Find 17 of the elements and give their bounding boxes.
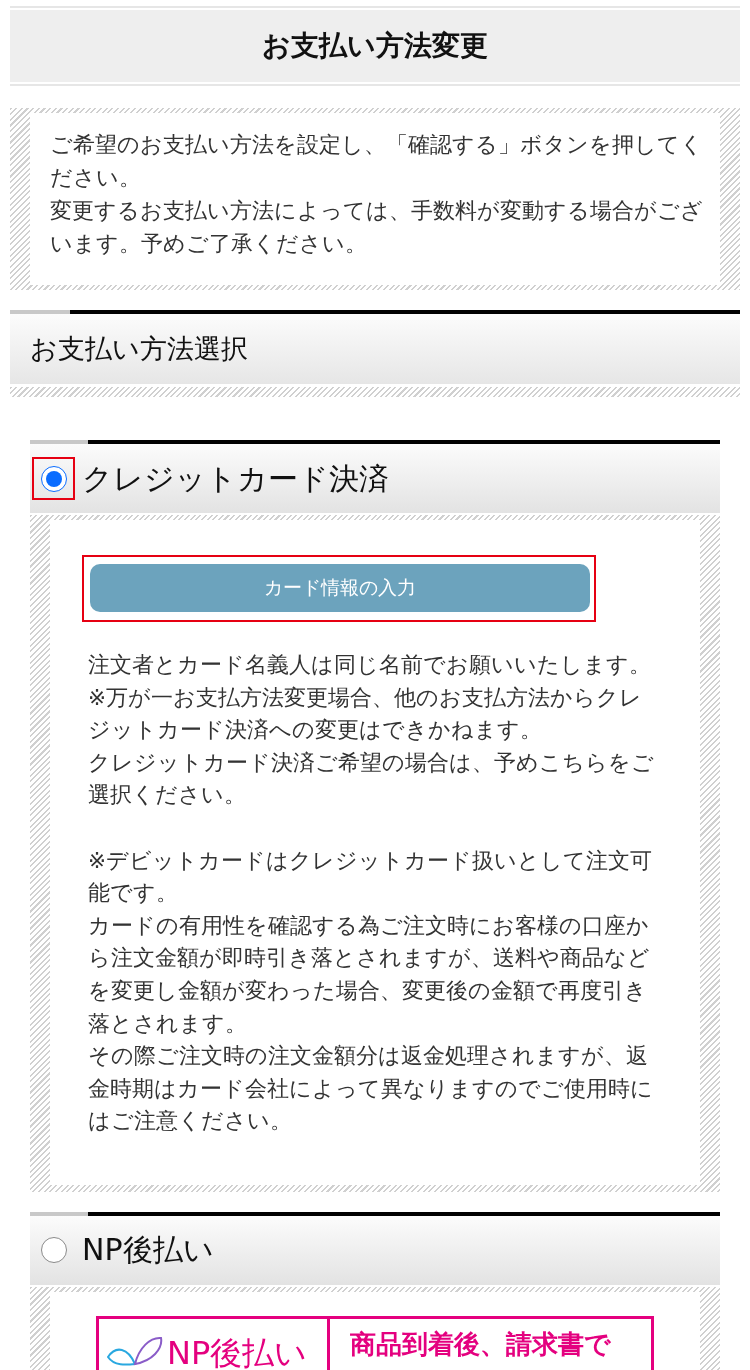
note-text: カードの有用性を確認する為ご注文時にお客様の口座から注文金額が即時引き落とされますが、送料や商品などを変更し金額が変わった場合、変更後の金額で再度引き落とされます。 bbox=[88, 911, 651, 1038]
payment-option-label[interactable]: NP後払い bbox=[82, 1232, 214, 1269]
note-text: ※万が一お支払方法変更場合、他のお支払方法からクレジットカード決済への変更はできかねます。 bbox=[88, 683, 643, 745]
section-header: お支払い方法選択 bbox=[10, 310, 740, 397]
note-text: ※デビットカードはクレジットカード扱いとして注文可能です。 bbox=[88, 846, 653, 908]
instruction-text: 変更するお支払い方法によっては、手数料が変動する場合がございます。予めご了承ください。 bbox=[50, 197, 704, 258]
banner-headline: 商品到着後、請求書で bbox=[349, 1327, 611, 1359]
note-text: その際ご注文時の注文金額分は返金処理されますが、返金時期はカード会社によって異なりますのでご使用時にはご注意ください。 bbox=[88, 1042, 654, 1136]
page-title: お支払い方法変更 bbox=[10, 6, 740, 86]
radio-button[interactable] bbox=[40, 1237, 67, 1264]
note-text: クレジットカード決済ご希望の場合は、予めこちらをご選択ください。 bbox=[88, 748, 655, 810]
radio-button[interactable] bbox=[40, 465, 67, 492]
logo-text: NP後払い bbox=[167, 1335, 308, 1370]
payment-option-label[interactable]: クレジットカード決済 bbox=[82, 460, 389, 497]
butterfly-icon bbox=[107, 1335, 163, 1366]
note-text: 注文者とカード名義人は同じ名前でお願いいたします。 bbox=[88, 651, 652, 679]
instruction-text: ご希望のお支払い方法を設定し、「確認する」ボタンを押してください。 bbox=[50, 131, 704, 192]
